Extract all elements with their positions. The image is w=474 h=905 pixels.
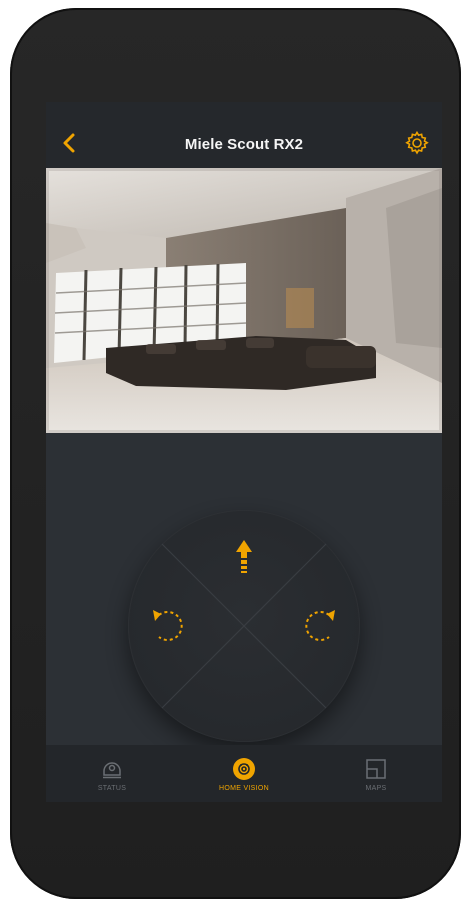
camera-feed [46, 168, 442, 433]
rotate-right-icon [305, 610, 335, 641]
gear-icon [405, 130, 429, 155]
tab-maps[interactable]: MAPS [310, 745, 442, 802]
move-back-button[interactable] [194, 662, 294, 742]
remote-control-area [46, 433, 442, 745]
direction-pad [128, 510, 360, 742]
tab-status[interactable]: STATUS [46, 745, 178, 802]
tab-home-vision-label: HOME VISION [219, 785, 269, 792]
map-icon [366, 759, 386, 779]
tab-status-label: STATUS [97, 785, 127, 792]
rotate-left-icon [153, 610, 183, 641]
settings-button[interactable] [404, 130, 430, 156]
tab-home-vision[interactable]: HOME VISION [178, 745, 310, 802]
app-header: Miele Scout RX2 [46, 102, 442, 168]
tab-maps-label: MAPS [365, 785, 387, 792]
camera-icon [233, 758, 255, 780]
arrow-up-icon [236, 540, 252, 573]
app-screen: Miele Scout RX2 STATUS HOME VISION MAPS [46, 102, 442, 802]
camera-image [46, 168, 442, 433]
rotate-left-button[interactable] [128, 576, 208, 676]
bottom-tab-bar: STATUS HOME VISION MAPS [46, 745, 442, 802]
rotate-right-button[interactable] [280, 576, 360, 676]
page-title: Miele Scout RX2 [184, 136, 304, 153]
robot-icon [103, 762, 121, 779]
move-forward-button[interactable] [194, 510, 294, 590]
